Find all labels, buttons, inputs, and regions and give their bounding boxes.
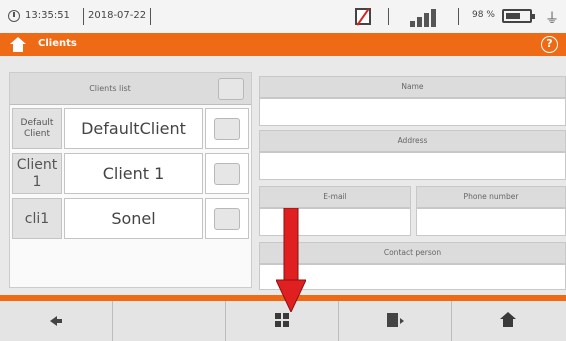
title-bar: Clients ? [0, 33, 566, 56]
grid-icon [275, 313, 289, 327]
phone-label: Phone number [416, 186, 566, 208]
clients-list-title: Clients list [89, 84, 131, 93]
client-checkbox[interactable] [214, 208, 240, 230]
home-button[interactable] [452, 301, 566, 341]
row-checkbox-cell [205, 153, 249, 194]
battery-icon [502, 9, 535, 23]
email-label: E-mail [259, 186, 411, 208]
status-bar: 13:35:51 2018-07-22 98 % ⏚ [0, 0, 566, 33]
empty-toolbar-slot [113, 301, 226, 341]
row-checkbox-cell [205, 198, 249, 239]
status-divider [150, 8, 151, 25]
no-memory-card-icon [355, 8, 371, 25]
client-row[interactable]: Client 1 Client 1 [10, 151, 251, 196]
status-divider [388, 8, 389, 25]
plug-icon: ⏚ [545, 11, 559, 27]
signal-icon [410, 7, 446, 27]
annotation-arrow [276, 208, 306, 312]
select-all-checkbox[interactable] [218, 78, 244, 100]
address-label: Address [259, 130, 566, 152]
client-code: Default Client [12, 108, 62, 149]
client-row[interactable]: Default Client DefaultClient [10, 106, 251, 151]
back-icon [50, 316, 62, 326]
client-code: cli1 [12, 198, 62, 239]
client-name: Client 1 [64, 153, 203, 194]
client-checkbox[interactable] [214, 118, 240, 140]
status-divider [83, 8, 84, 25]
clients-list-panel: Clients list Default Client DefaultClien… [9, 72, 252, 288]
export-button[interactable] [339, 301, 452, 341]
name-field[interactable] [259, 98, 566, 126]
clients-list-header: Clients list [10, 73, 251, 105]
client-row[interactable]: cli1 Sonel [10, 196, 251, 241]
client-code: Client 1 [12, 153, 62, 194]
status-divider [458, 8, 459, 25]
client-name: DefaultClient [64, 108, 203, 149]
page-title: Clients [38, 38, 77, 49]
status-date: 2018-07-22 [88, 10, 147, 21]
battery-percent: 98 % [472, 10, 495, 20]
status-time: 13:35:51 [25, 10, 70, 21]
client-name: Sonel [64, 198, 203, 239]
help-icon[interactable]: ? [541, 36, 558, 53]
clock-icon [8, 10, 20, 22]
home-icon[interactable] [10, 37, 26, 52]
row-checkbox-cell [205, 108, 249, 149]
client-checkbox[interactable] [214, 163, 240, 185]
phone-field[interactable] [416, 208, 566, 236]
address-field[interactable] [259, 152, 566, 180]
home-icon [500, 312, 516, 328]
export-icon [387, 313, 404, 327]
back-button[interactable] [0, 301, 113, 341]
name-label: Name [259, 76, 566, 98]
